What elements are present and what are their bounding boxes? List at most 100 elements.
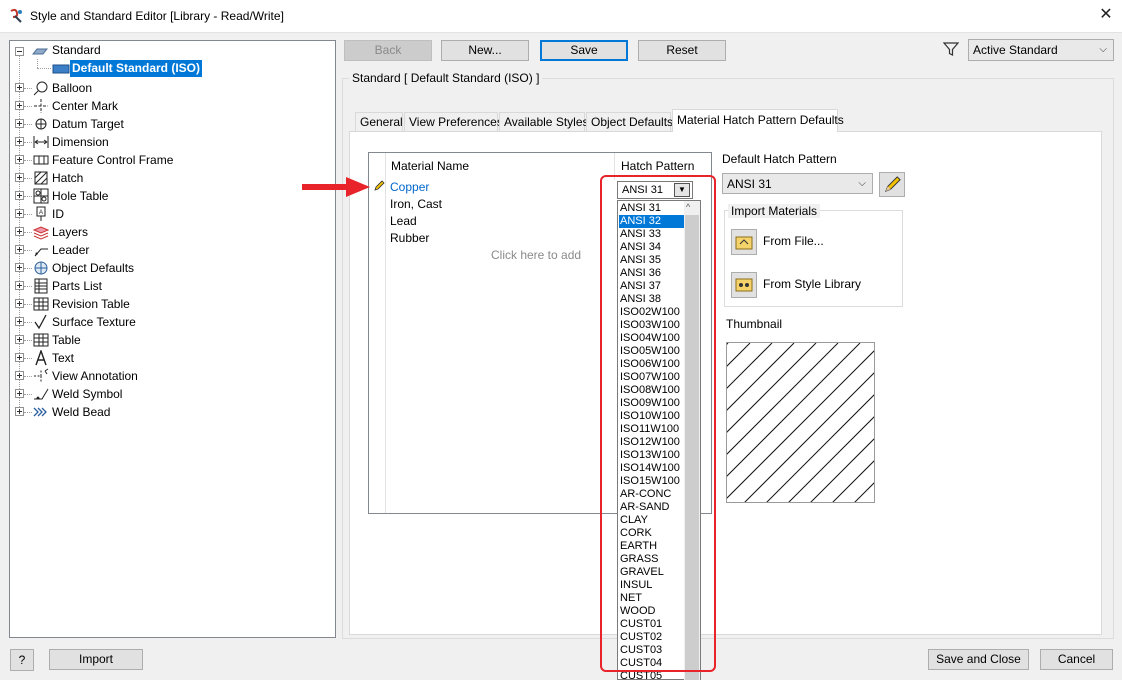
feature-control-frame-icon xyxy=(33,155,49,165)
tree-item-weld-symbol[interactable]: Weld Symbol xyxy=(52,385,122,403)
expand-icon[interactable] xyxy=(15,281,24,290)
cancel-button[interactable]: Cancel xyxy=(1040,649,1113,670)
back-button[interactable]: Back xyxy=(344,40,432,61)
from-style-library-button[interactable] xyxy=(731,272,757,298)
default-hatch-select[interactable]: ANSI 31 ⌵ xyxy=(722,173,873,194)
tree-item-layers[interactable]: Layers xyxy=(52,223,88,241)
expand-icon[interactable] xyxy=(15,209,24,218)
expand-icon[interactable] xyxy=(15,191,24,200)
tree-item-datum-target[interactable]: Datum Target xyxy=(52,115,124,133)
expand-icon[interactable] xyxy=(15,227,24,236)
import-materials-label: Import Materials xyxy=(728,204,821,218)
app-icon xyxy=(10,8,22,23)
window-title: Style and Standard Editor [Library - Rea… xyxy=(30,9,284,23)
filter-icon[interactable] xyxy=(943,41,959,57)
open-file-icon xyxy=(735,236,753,250)
chevron-down-icon: ⌵ xyxy=(1099,44,1107,55)
close-icon[interactable]: ✕ xyxy=(1096,4,1116,26)
save-and-close-button[interactable]: Save and Close xyxy=(928,649,1029,670)
tree-item-parts-list[interactable]: Parts List xyxy=(52,277,102,295)
tree-item-text[interactable]: Text xyxy=(52,349,74,367)
expand-icon[interactable] xyxy=(15,101,24,110)
material-row-rubber[interactable]: Rubber xyxy=(390,231,429,245)
tree-item-center-mark[interactable]: Center Mark xyxy=(52,97,118,115)
edit-row-pencil-icon xyxy=(374,180,385,191)
id-icon: A xyxy=(36,206,46,221)
tree-root-label[interactable]: Standard xyxy=(52,43,101,57)
tree-item-hatch[interactable]: Hatch xyxy=(52,169,83,187)
expand-icon[interactable] xyxy=(15,263,24,272)
tree-item-hole-table[interactable]: Hole Table xyxy=(52,187,108,205)
pencil-icon xyxy=(884,176,901,193)
tree-item-dimension[interactable]: Dimension xyxy=(52,133,109,151)
svg-text:A: A xyxy=(39,210,43,216)
tree-item-revision-table[interactable]: Revision Table xyxy=(52,295,130,313)
expand-icon[interactable] xyxy=(15,173,24,182)
help-button[interactable]: ? xyxy=(10,649,34,671)
dimension-icon xyxy=(33,136,49,148)
hatch-icon xyxy=(34,171,48,185)
from-file-button[interactable] xyxy=(731,229,757,255)
tree-item-surface-texture[interactable]: Surface Texture xyxy=(52,313,136,331)
save-button[interactable]: Save xyxy=(540,40,628,61)
chevron-down-icon: ⌵ xyxy=(858,178,866,189)
expand-icon[interactable] xyxy=(15,245,24,254)
import-button[interactable]: Import xyxy=(49,649,143,670)
table-icon xyxy=(33,333,49,347)
style-filter-value: Active Standard xyxy=(973,43,1058,57)
expand-icon[interactable] xyxy=(15,83,24,92)
reset-button[interactable]: Reset xyxy=(638,40,726,61)
tree-item-balloon[interactable]: Balloon xyxy=(52,79,92,97)
tree-item-view-annotation[interactable]: View Annotation xyxy=(52,367,138,385)
material-row-lead[interactable]: Lead xyxy=(390,214,417,228)
standard-icon xyxy=(32,48,48,55)
material-row-iron-cast[interactable]: Iron, Cast xyxy=(390,197,442,211)
leader-icon xyxy=(34,248,48,257)
expand-icon[interactable] xyxy=(15,155,24,164)
style-filter-select[interactable]: Active Standard ⌵ xyxy=(968,39,1114,61)
material-row-copper[interactable]: Copper xyxy=(390,180,429,194)
tree-item-feature-control-frame[interactable]: Feature Control Frame xyxy=(52,151,173,169)
tab-object-defaults[interactable]: Object Defaults xyxy=(586,112,673,131)
expand-icon[interactable] xyxy=(15,299,24,308)
tree-item-id[interactable]: ID xyxy=(52,205,64,223)
surface-texture-icon xyxy=(34,314,47,330)
click-to-add-hint[interactable]: Click here to add xyxy=(491,248,581,262)
expand-icon[interactable] xyxy=(15,407,24,416)
hatch-thumbnail xyxy=(726,342,875,503)
tab-view-preferences[interactable]: View Preferences xyxy=(404,112,503,131)
tab-material-hatch-pattern-defaults[interactable]: Material Hatch Pattern Defaults xyxy=(672,109,844,132)
from-style-library-label[interactable]: From Style Library xyxy=(763,277,861,291)
revision-table-icon xyxy=(33,297,49,311)
object-defaults-icon xyxy=(34,261,48,275)
tab-general[interactable]: General xyxy=(355,112,403,131)
text-icon xyxy=(35,350,47,366)
expand-icon[interactable] xyxy=(15,137,24,146)
annotation-arrow-icon xyxy=(302,177,370,197)
new-button[interactable]: New... xyxy=(441,40,529,61)
from-file-label[interactable]: From File... xyxy=(763,234,824,248)
expand-icon[interactable] xyxy=(15,317,24,326)
thumbnail-label: Thumbnail xyxy=(726,317,783,331)
collapse-icon[interactable] xyxy=(15,47,24,56)
expand-icon[interactable] xyxy=(15,353,24,362)
center-mark-icon xyxy=(34,99,48,113)
tab-available-styles[interactable]: Available Styles xyxy=(499,112,589,131)
balloon-icon xyxy=(33,81,48,96)
expand-icon[interactable] xyxy=(15,371,24,380)
expand-icon[interactable] xyxy=(15,119,24,128)
tree-item-table[interactable]: Table xyxy=(52,331,81,349)
tree-item-weld-bead[interactable]: Weld Bead xyxy=(52,403,110,421)
style-tree[interactable]: Standard Default Standard (ISO) Balloon C… xyxy=(9,40,336,638)
tree-selected-style[interactable]: Default Standard (ISO) xyxy=(70,60,203,77)
hatch-preview-pattern xyxy=(727,343,874,502)
tree-item-leader[interactable]: Leader xyxy=(52,241,89,259)
expand-icon[interactable] xyxy=(15,389,24,398)
column-hatch-pattern[interactable]: Hatch Pattern xyxy=(621,159,694,173)
weld-bead-icon xyxy=(33,407,47,417)
expand-icon[interactable] xyxy=(15,335,24,344)
edit-hatch-button[interactable] xyxy=(879,172,905,197)
tree-item-object-defaults[interactable]: Object Defaults xyxy=(52,259,134,277)
column-material-name[interactable]: Material Name xyxy=(391,159,469,173)
default-hatch-value: ANSI 31 xyxy=(727,177,772,191)
